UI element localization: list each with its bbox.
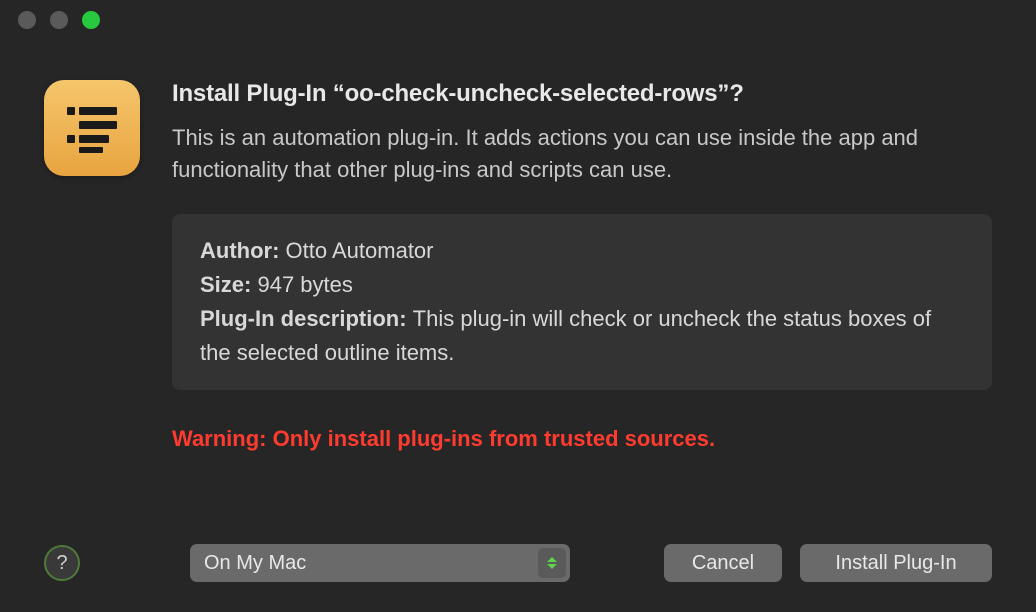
select-stepper-icon xyxy=(538,548,566,578)
author-value: Otto Automator xyxy=(286,238,434,263)
warning-text: Warning: Only install plug-ins from trus… xyxy=(172,426,992,452)
plugin-app-icon xyxy=(44,80,140,176)
size-value: 947 bytes xyxy=(257,272,352,297)
plugin-info-panel: Author: Otto Automator Size: 947 bytes P… xyxy=(172,214,992,390)
install-plugin-button[interactable]: Install Plug-In xyxy=(800,544,992,582)
help-button[interactable]: ? xyxy=(44,545,80,581)
chevron-down-icon xyxy=(547,564,557,569)
dialog-subtitle: This is an automation plug-in. It adds a… xyxy=(172,122,992,186)
window-titlebar xyxy=(0,0,1036,40)
dialog-footer: ? On My Mac Cancel Install Plug-In xyxy=(44,544,992,582)
description-row: Plug-In description: This plug-in will c… xyxy=(200,302,964,370)
dialog-title: Install Plug-In “oo-check-uncheck-select… xyxy=(172,80,992,108)
close-window-button[interactable] xyxy=(18,11,36,29)
author-row: Author: Otto Automator xyxy=(200,234,964,268)
icon-column xyxy=(44,80,140,486)
chevron-up-icon xyxy=(547,557,557,562)
outliner-icon xyxy=(63,99,121,157)
size-label: Size: xyxy=(200,272,257,297)
zoom-window-button[interactable] xyxy=(82,11,100,29)
install-location-select: On My Mac xyxy=(190,544,570,582)
install-location-value: On My Mac xyxy=(204,552,306,575)
dialog-content: Install Plug-In “oo-check-uncheck-select… xyxy=(0,40,1036,486)
author-label: Author: xyxy=(200,238,286,263)
size-row: Size: 947 bytes xyxy=(200,268,964,302)
minimize-window-button[interactable] xyxy=(50,11,68,29)
install-location-select-wrap[interactable]: On My Mac xyxy=(190,544,570,582)
cancel-button[interactable]: Cancel xyxy=(664,544,782,582)
main-column: Install Plug-In “oo-check-uncheck-select… xyxy=(172,80,992,486)
description-label: Plug-In description: xyxy=(200,306,413,331)
